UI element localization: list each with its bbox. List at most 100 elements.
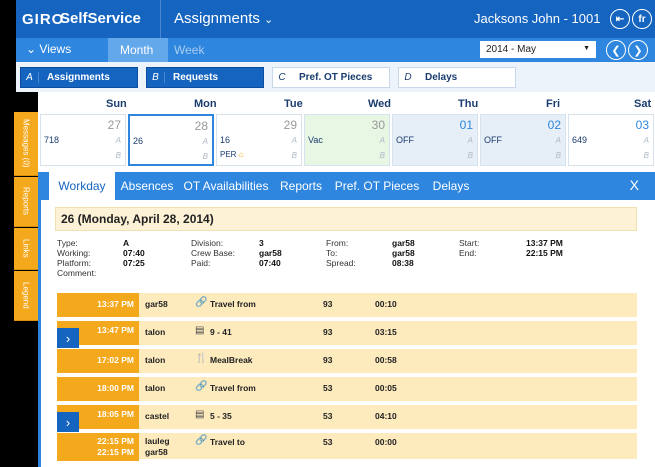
filter-requests[interactable]: B Requests bbox=[146, 67, 264, 88]
piece-number: 93 bbox=[323, 355, 333, 365]
tab-reports[interactable]: Reports bbox=[273, 172, 329, 200]
calendar-day-cell-selected[interactable]: 28 26 A B bbox=[128, 114, 214, 166]
tab-ot-availabilities[interactable]: OT Availabilities bbox=[179, 172, 273, 200]
piece-row[interactable]: 13:47 PM › talon ▤ 9 - 41 93 03:15 bbox=[57, 321, 637, 348]
link-icon: 🔗 bbox=[195, 435, 208, 446]
tab-pref-ot-pieces[interactable]: Pref. OT Pieces bbox=[329, 172, 425, 200]
info-labels-col4: Start: End: bbox=[459, 238, 479, 258]
day-header: Sun bbox=[106, 98, 127, 110]
slot-b-label: B bbox=[202, 152, 208, 161]
info-values-col1: A 07:40 07:25 bbox=[123, 238, 145, 268]
period-select[interactable]: 2014 - May ▼ bbox=[480, 41, 596, 58]
day-header: Sat bbox=[634, 98, 652, 110]
piece-duration: 04:10 bbox=[375, 411, 397, 421]
filter-delays[interactable]: D Delays bbox=[398, 67, 516, 88]
to-label: To: bbox=[326, 248, 338, 258]
side-tab-links[interactable]: Links bbox=[14, 228, 38, 270]
paid-value: 07:40 bbox=[259, 258, 281, 268]
next-period-button[interactable]: ❯ bbox=[628, 40, 648, 60]
from-label: From: bbox=[326, 238, 349, 248]
piece-row[interactable]: 18:00 PM talon 🔗 Travel from 53 00:05 bbox=[57, 377, 637, 403]
piece-description: 5 - 35 bbox=[210, 411, 232, 421]
views-toggle[interactable]: ⌄ Views bbox=[26, 42, 71, 56]
chevron-down-icon: ⌄ bbox=[26, 42, 37, 56]
day-detail-panel: Workday Absences OT Availabilities Repor… bbox=[38, 172, 655, 467]
piece-description: Travel from bbox=[210, 383, 256, 393]
side-tab-reports[interactable]: Reports bbox=[14, 177, 38, 227]
crewbase-label: Crew Base: bbox=[191, 248, 235, 258]
tab-workday[interactable]: Workday bbox=[49, 172, 115, 200]
filter-pref-ot-pieces[interactable]: C Pref. OT Pieces bbox=[272, 67, 390, 88]
piece-row[interactable]: 17:02 PM talon 🍴 MealBreak 93 00:58 bbox=[57, 349, 637, 375]
type-value: A bbox=[123, 238, 130, 248]
type-label: Type: bbox=[57, 238, 78, 248]
piece-location: castel bbox=[145, 411, 170, 421]
slot-a-label: A bbox=[115, 136, 121, 145]
calendar-day-cell[interactable]: 27 718 A B bbox=[40, 114, 126, 166]
day-number: 28 bbox=[194, 119, 208, 133]
end-label: End: bbox=[459, 248, 477, 258]
slot-a-label: A bbox=[379, 136, 385, 145]
prev-period-button[interactable]: ❮ bbox=[606, 40, 626, 60]
language-button[interactable]: fr bbox=[632, 9, 652, 29]
tab-delays[interactable]: Delays bbox=[425, 172, 477, 200]
info-labels-col3: From: To: Spread: bbox=[326, 238, 356, 268]
expand-chevron-icon[interactable]: › bbox=[57, 412, 79, 432]
side-tab-legend[interactable]: Legend bbox=[14, 271, 38, 321]
filter-assignments[interactable]: A Assignments bbox=[20, 67, 138, 88]
paid-label: Paid: bbox=[191, 258, 211, 268]
top-bar: GIRO SelfService Assignments ⌄ Jacksons … bbox=[16, 0, 655, 38]
close-icon[interactable]: X bbox=[630, 177, 639, 193]
end-value: 22:15 PM bbox=[526, 248, 563, 258]
tab-absences[interactable]: Absences bbox=[115, 172, 179, 200]
day-number: 02 bbox=[547, 118, 561, 132]
piece-row[interactable]: 18:05 PM › castel ▤ 5 - 35 53 04:10 bbox=[57, 405, 637, 432]
calendar-day-cell[interactable]: 02 OFF A B bbox=[480, 114, 566, 166]
filter-label: Assignments bbox=[47, 72, 110, 83]
assignment-code: 718 bbox=[44, 135, 60, 145]
piece-duration: 00:00 bbox=[375, 437, 397, 447]
piece-time: 17:02 PM bbox=[57, 349, 139, 373]
detail-tab-bar: Workday Absences OT Availabilities Repor… bbox=[41, 172, 655, 200]
period-value: 2014 - May bbox=[486, 44, 537, 55]
piece-number: 53 bbox=[323, 411, 333, 421]
slot-b-label: B bbox=[379, 151, 385, 160]
day-detail-heading: 26 (Monday, April 28, 2014) bbox=[55, 207, 637, 231]
month-view-button[interactable]: Month bbox=[108, 38, 168, 62]
logout-icon[interactable]: ⇤ bbox=[610, 9, 630, 29]
dropdown-arrow-icon: ▼ bbox=[583, 45, 590, 52]
day-number: 03 bbox=[635, 118, 649, 132]
piece-location: talon bbox=[145, 355, 166, 365]
calendar-day-cell[interactable]: 01 OFF A B bbox=[392, 114, 478, 166]
bus-icon: ▤ bbox=[195, 409, 205, 420]
day-header-row: Sun Mon Tue Wed Thu Fri Sat bbox=[38, 96, 655, 114]
filter-key: C bbox=[278, 72, 286, 83]
piece-row[interactable]: 22:15 PM 22:15 PM lauleg gar58 🔗 Travel … bbox=[57, 433, 637, 461]
link-icon: 🔗 bbox=[195, 381, 208, 392]
piece-row[interactable]: 13:37 PM gar58 🔗 Travel from 93 00:10 bbox=[57, 293, 637, 319]
side-tab-label: Reports bbox=[21, 187, 31, 216]
filter-key: B bbox=[147, 72, 165, 83]
calendar-day-cell[interactable]: 29 16 A B PER ⌂ bbox=[216, 114, 302, 166]
link-icon: 🔗 bbox=[195, 297, 208, 308]
day-number: 29 bbox=[283, 118, 297, 132]
slot-a-label: A bbox=[202, 137, 208, 146]
calendar-day-cell[interactable]: 30 Vac A B bbox=[304, 114, 390, 166]
expand-chevron-icon[interactable]: › bbox=[57, 328, 79, 348]
calendar-week-row: 27 718 A B 28 26 A B 29 16 A B PER ⌂ 30 … bbox=[38, 114, 655, 166]
piece-description: 9 - 41 bbox=[210, 327, 232, 337]
assignments-menu[interactable]: Assignments ⌄ bbox=[174, 10, 273, 27]
piece-time: 13:37 PM bbox=[57, 293, 139, 317]
slot-b-label: B bbox=[115, 151, 121, 160]
assignment-code: 16 bbox=[220, 135, 231, 145]
slot-b-label: B bbox=[467, 151, 473, 160]
calendar-day-cell[interactable]: 03 649 A B bbox=[568, 114, 654, 166]
working-value: 07:40 bbox=[123, 248, 145, 258]
fork-knife-icon: 🍴 bbox=[195, 353, 208, 364]
piece-number: 93 bbox=[323, 299, 333, 309]
side-tab-label: Messages (0) bbox=[21, 119, 31, 168]
side-tab-messages[interactable]: Messages (0) bbox=[14, 112, 38, 176]
per-request-badge[interactable]: PER ⌂ bbox=[220, 150, 244, 159]
week-view-button[interactable]: Week bbox=[174, 43, 204, 57]
chevron-down-icon: ⌄ bbox=[264, 14, 274, 26]
